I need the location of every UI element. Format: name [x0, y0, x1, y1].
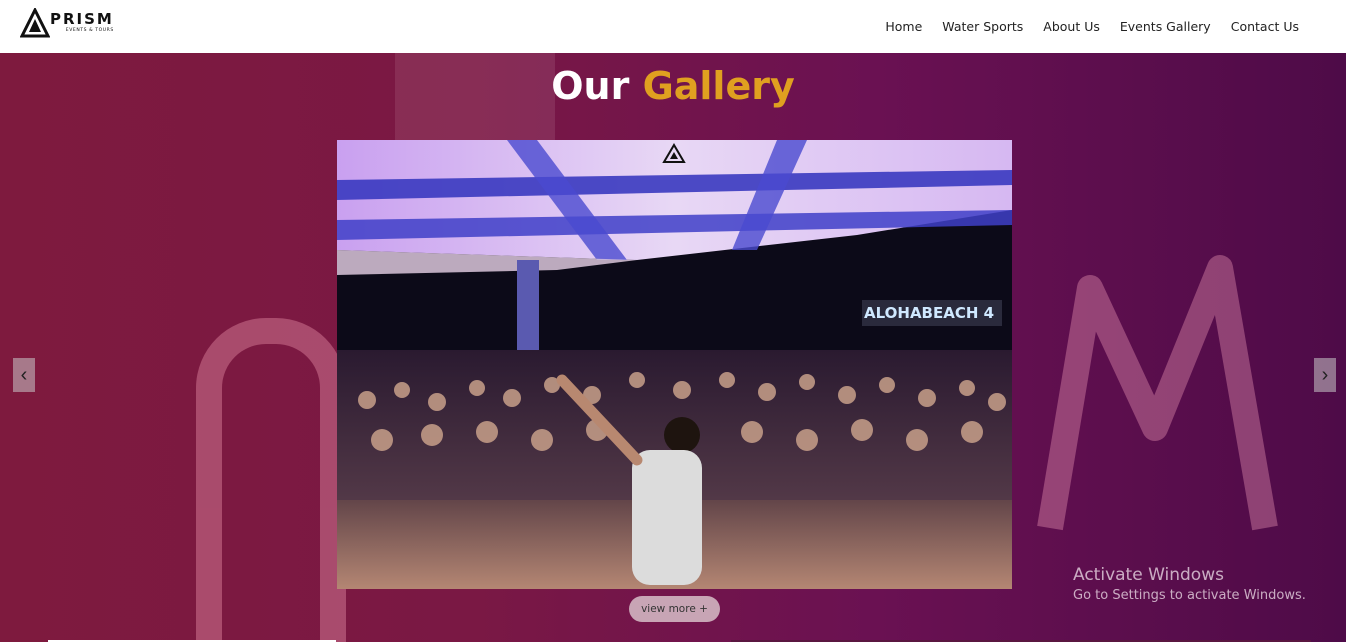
watermark-title: Activate Windows	[1073, 565, 1224, 585]
next-slide-button[interactable]: ›	[1314, 358, 1336, 392]
site-header: PRISM EVENTS & TOURS Home Water Sports A…	[0, 0, 1346, 53]
gallery-hero: Our Gallery ALOHABEACH 4 ‹ › view more +…	[0, 53, 1346, 642]
view-more-button[interactable]: view more +	[629, 596, 720, 622]
background-neon-m	[1037, 255, 1278, 531]
background-neon-letter	[196, 318, 346, 642]
event-crowd-image: ALOHABEACH 4	[337, 140, 1012, 589]
gallery-photo[interactable]: ALOHABEACH 4	[337, 140, 1012, 589]
title-accent: Gallery	[642, 64, 795, 108]
nav-about-us[interactable]: About Us	[1043, 19, 1100, 34]
brand-tagline: EVENTS & TOURS	[65, 28, 114, 34]
prism-logo-icon	[20, 8, 50, 38]
watermark-subtitle: Go to Settings to activate Windows.	[1073, 588, 1306, 603]
brand-text: PRISM EVENTS & TOURS	[50, 12, 114, 34]
nav-events-gallery[interactable]: Events Gallery	[1120, 19, 1211, 34]
prev-slide-button[interactable]: ‹	[13, 358, 35, 392]
brand-logo[interactable]: PRISM EVENTS & TOURS	[20, 7, 124, 39]
page-title: Our Gallery	[0, 64, 1346, 108]
main-nav: Home Water Sports About Us Events Galler…	[865, 0, 1299, 53]
windows-activation-watermark: Activate Windows Go to Settings to activ…	[1073, 565, 1306, 603]
brand-name: PRISM	[50, 10, 114, 29]
nav-water-sports[interactable]: Water Sports	[942, 19, 1023, 34]
nav-home[interactable]: Home	[885, 19, 922, 34]
nav-contact-us[interactable]: Contact Us	[1231, 19, 1299, 34]
aloha-beach-sign: ALOHABEACH 4	[864, 304, 994, 322]
title-main: Our	[551, 64, 630, 108]
